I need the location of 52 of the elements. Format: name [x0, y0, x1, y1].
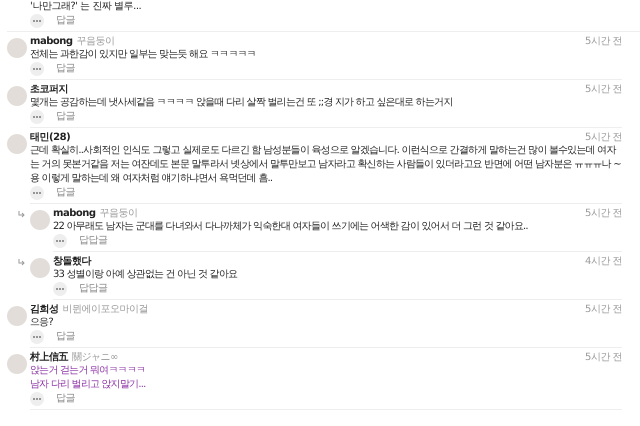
reply-button[interactable]: 답글 [56, 393, 76, 405]
reply-button[interactable]: 답글 [56, 63, 76, 75]
user-name[interactable]: 태민(28) [30, 132, 70, 144]
comment-text: 33 성별이랑 아예 상관없는 건 아닌 것 같아요 [53, 268, 238, 282]
avatar [30, 258, 50, 278]
reply-button[interactable]: 답글 [56, 331, 76, 343]
avatar [7, 306, 27, 326]
comment-time: 4시간 전 [584, 256, 622, 268]
reply-button[interactable]: 답글 [56, 111, 76, 123]
more-button[interactable] [30, 110, 44, 124]
user-name[interactable]: mabong [30, 36, 73, 48]
comment-text: 으응? [30, 316, 54, 330]
reply-button[interactable]: 답답글 [79, 235, 108, 247]
avatar [7, 86, 27, 106]
comment-text: 근데 확실히..사회적인 인식도 그렇고 실제로도 다르긴 함 남성분들이 육성으로 알겠습니다. 이런식으로 간결하게 말하는건 많이 볼수있는데 여자는 거의 못본거같음 저는 여잔데도 본문 말투라서 넷상에서 말투만보고 남자라고 확신하는 사람들이 있더라고요 반면에 어떤 남자분은 ㅠㅠㅠ나 ~용 이렇게 말하는데 왜 여자처럼 얘기하냐면서 욕먹던데 흠.. [30, 144, 622, 186]
comment-time: 5시간 전 [584, 132, 622, 144]
more-button[interactable] [30, 14, 44, 28]
comment-text: '나만그래?' 는 진짜 별루... [30, 0, 142, 14]
user-tag: 關ジャニ∞ [72, 352, 118, 364]
comment-time: 5시간 전 [584, 208, 622, 220]
comment-text: 22 아무래도 남자는 군대를 다녀와서 다나까체가 익숙한대 여자들이 쓰기에는 어색한 감이 있어서 더 그런 것 같아요.. [53, 220, 529, 234]
user-tag: 꾸음둥이 [100, 208, 138, 220]
reply-button[interactable]: 답글 [56, 15, 76, 27]
comment-time: 5시간 전 [584, 36, 622, 48]
comment-text: 몇개는 공감하는데 냇사세같음 ㅋㅋㅋㅋ 앉을때 다리 살짝 벌리는건 또 ;;경 지가 하고 싶은대로 하는거지 [30, 96, 454, 110]
comment-text: 앉는거 걷는거 뭐여ㅋㅋㅋㅋ [30, 364, 146, 378]
avatar [7, 134, 27, 154]
comment-text: 남자 다리 벌리고 앉지말기... [30, 378, 146, 392]
reply-arrow-icon [18, 259, 25, 266]
more-button[interactable] [30, 392, 44, 406]
more-button[interactable] [30, 186, 44, 200]
reply-button[interactable]: 답글 [56, 187, 76, 199]
user-name[interactable]: mabong [53, 208, 96, 220]
more-button[interactable] [53, 234, 67, 248]
comment-time: 5시간 전 [584, 84, 622, 96]
more-button[interactable] [30, 330, 44, 344]
avatar [7, 38, 27, 58]
reply-arrow-icon [18, 211, 25, 218]
more-button[interactable] [53, 282, 67, 296]
user-name[interactable]: 김희성 [30, 304, 59, 316]
avatar [7, 354, 27, 374]
user-name[interactable]: 창돌했다 [53, 256, 92, 268]
user-name[interactable]: 초코퍼지 [30, 84, 68, 96]
avatar [30, 210, 50, 230]
reply-button[interactable]: 답답글 [79, 283, 108, 295]
user-name[interactable]: 村上信五 [30, 352, 68, 364]
more-button[interactable] [30, 62, 44, 76]
user-tag: 꾸음둥이 [76, 36, 115, 48]
user-tag: 비뮌에이포오마이걸 [62, 304, 148, 316]
comment-time: 5시간 전 [584, 352, 622, 364]
comment-time: 5시간 전 [584, 304, 622, 316]
comment-text: 전체는 과한감이 있지만 일부는 맞는듯 해요 ㅋㅋㅋㅋㅋ [30, 48, 257, 62]
